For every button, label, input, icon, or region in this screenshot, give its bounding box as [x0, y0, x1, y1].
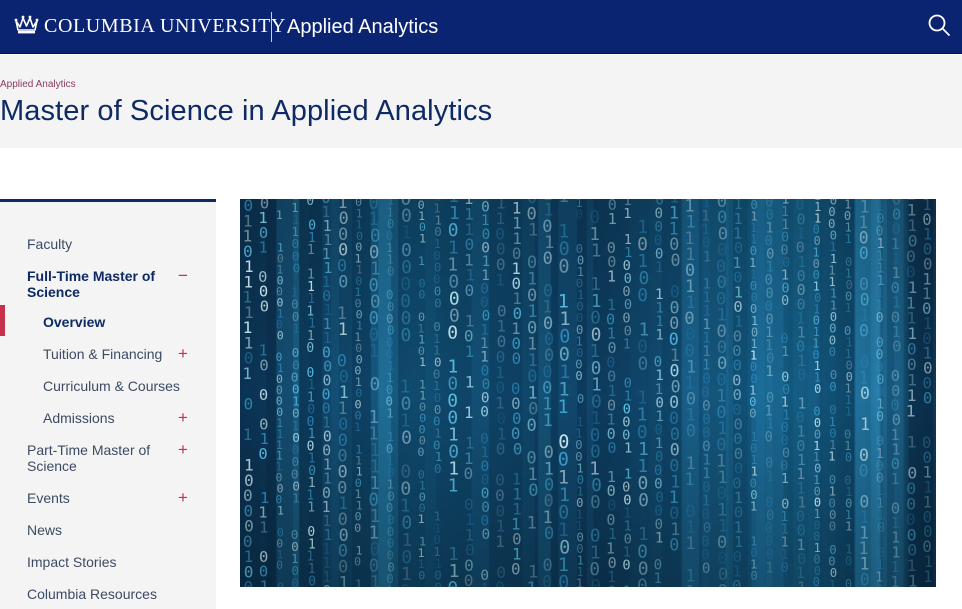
university-wordmark[interactable]: COLUMBIA UNIVERSITY	[44, 15, 286, 38]
sidebar-item-label: Overview	[43, 314, 106, 330]
sidebar-item-label: Tuition & Financing	[43, 346, 163, 362]
sidebar-item-label: Part-Time Master of Science	[27, 442, 151, 474]
sidebar-item-label: Full-Time Master of Science	[27, 268, 156, 300]
expand-plus-icon[interactable]: +	[176, 489, 190, 506]
sidebar-item-label: News	[27, 522, 63, 538]
hero-artwork: 0101101111110101100000100001010001000101…	[240, 199, 936, 587]
collapse-minus-icon[interactable]: −	[176, 267, 190, 284]
crown-icon	[14, 15, 39, 34]
breadcrumb[interactable]: Applied Analytics	[0, 79, 76, 90]
page-title: Master of Science in Applied Analytics	[0, 95, 493, 127]
active-item-marker	[0, 305, 5, 336]
search-icon[interactable]	[926, 12, 952, 38]
sidebar-item-label: Faculty	[27, 236, 73, 252]
sidebar-item-label: Curriculum & Courses	[43, 378, 180, 394]
sidebar-item-label: Impact Stories	[27, 554, 117, 570]
sidebar-item-label: Columbia Resources	[27, 586, 157, 602]
expand-plus-icon[interactable]: +	[176, 441, 190, 458]
page-title-band: Applied Analytics Master of Science in A…	[0, 55, 962, 148]
header-divider	[271, 12, 272, 42]
sidebar-item-label: Admissions	[43, 410, 115, 426]
top-header-bar: COLUMBIA UNIVERSITY Applied Analytics	[0, 0, 962, 54]
expand-plus-icon[interactable]: +	[176, 345, 190, 362]
site-name-link[interactable]: Applied Analytics	[287, 16, 438, 39]
sidebar-nav: Faculty Full-Time Master of Science − Ov…	[0, 199, 216, 609]
binary-code-rain-image: 0101101111110101100000100001010001000101…	[240, 199, 936, 587]
sidebar-item-label: Events	[27, 490, 70, 506]
expand-plus-icon[interactable]: +	[176, 409, 190, 426]
